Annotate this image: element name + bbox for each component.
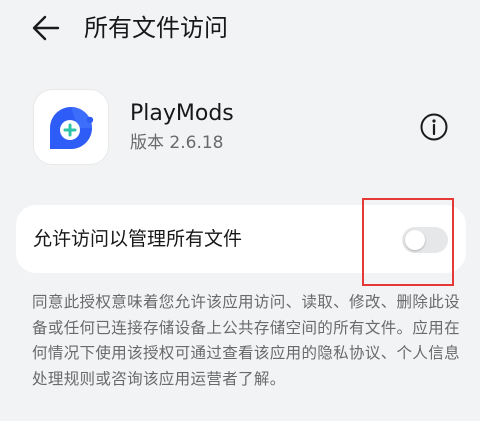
info-circle-icon	[420, 113, 448, 141]
back-button[interactable]	[28, 12, 64, 44]
header-bar: 所有文件访问	[0, 0, 480, 56]
permission-description: 同意此授权意味着您允许该应用访问、读取、修改、删除此设备或任何已连接存储设备上公…	[32, 293, 460, 388]
playmods-logo	[50, 107, 94, 149]
app-name: PlayMods	[130, 101, 234, 126]
app-icon	[34, 90, 108, 164]
page-title: 所有文件访问	[84, 14, 228, 42]
setting-label: 允许访问以管理所有文件	[33, 228, 243, 250]
app-info-button[interactable]	[418, 111, 450, 143]
arrow-left-icon	[32, 15, 60, 41]
highlight-annotation-box	[362, 198, 454, 286]
app-version: 版本 2.6.18	[130, 133, 224, 153]
